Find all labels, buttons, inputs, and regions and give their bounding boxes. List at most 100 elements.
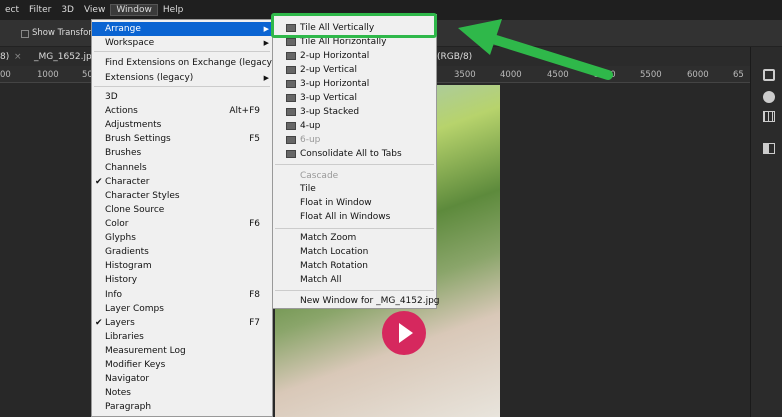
submenu-item-3-up-stacked[interactable]: 3-up Stacked	[273, 105, 436, 119]
menu-item-label: Workspace	[105, 38, 155, 48]
menu-separator	[275, 290, 434, 291]
submenu-item-label: Match All	[300, 275, 342, 285]
menu-item-navigator[interactable]: Navigator	[92, 372, 272, 386]
swatches-icon[interactable]	[763, 111, 775, 122]
menu-filter[interactable]: Filter	[24, 5, 56, 15]
submenu-item-float-in-window[interactable]: Float in Window	[273, 196, 436, 210]
menu-item-label: Brush Settings	[105, 134, 171, 144]
submenu-item-match-rotation[interactable]: Match Rotation	[273, 259, 436, 273]
menu-item-arrange[interactable]: Arrange ▶	[92, 22, 272, 36]
menu-item-color[interactable]: Color F6	[92, 217, 272, 231]
tab-1[interactable]: 8)	[0, 52, 9, 62]
menu-item-label: Arrange	[105, 24, 141, 34]
submenu-item-label: 2-up Horizontal	[300, 51, 370, 61]
menu-item-workspace[interactable]: Workspace ▶	[92, 36, 272, 50]
menu-item-channels[interactable]: Channels	[92, 161, 272, 175]
2up-horizontal-icon	[286, 52, 296, 60]
menu-item-label: Gradients	[105, 247, 149, 257]
submenu-item-float-all-in-windows[interactable]: Float All in Windows	[273, 210, 436, 224]
menu-item-character-styles[interactable]: Character Styles	[92, 189, 272, 203]
menu-item-label: History	[105, 275, 138, 285]
menu-item-modifier-keys[interactable]: Modifier Keys	[92, 358, 272, 372]
menu-view[interactable]: View	[79, 5, 110, 15]
submenu-item-cascade[interactable]: Cascade	[273, 169, 436, 183]
menu-item-measurement-log[interactable]: Measurement Log	[92, 344, 272, 358]
submenu-item-label: Match Location	[300, 247, 369, 257]
menu-item-actions[interactable]: Actions Alt+F9	[92, 104, 272, 118]
highlight-box	[271, 13, 437, 38]
menu-item-histogram[interactable]: Histogram	[92, 259, 272, 273]
properties-icon[interactable]	[763, 143, 775, 154]
shortcut-label: F6	[249, 219, 260, 229]
menu-item-layer-comps[interactable]: Layer Comps	[92, 302, 272, 316]
submenu-arrow-icon: ▶	[263, 74, 269, 82]
submenu-item-label: 4-up	[300, 121, 321, 131]
submenu-item-3-up-vertical[interactable]: 3-up Vertical	[273, 91, 436, 105]
menu-item-label: Navigator	[105, 374, 150, 384]
color-palette-icon[interactable]	[763, 91, 775, 103]
6up-icon	[286, 136, 296, 144]
menu-item-brushes[interactable]: Brushes	[92, 146, 272, 160]
menu-item-libraries[interactable]: Libraries	[92, 330, 272, 344]
menu-item-extensions-legacy[interactable]: Extensions (legacy) ▶	[92, 71, 272, 85]
submenu-item-6-up[interactable]: 6-up	[273, 133, 436, 147]
menu-item-label: Glyphs	[105, 233, 136, 243]
right-panel-dock	[750, 47, 782, 417]
play-button[interactable]	[382, 311, 426, 355]
submenu-item-label: Match Zoom	[300, 233, 357, 243]
menu-item-find-extensions-on-exchange-legacy[interactable]: Find Extensions on Exchange (legacy)...	[92, 56, 284, 70]
submenu-item-label: Match Rotation	[300, 261, 368, 271]
menu-item-adjustments[interactable]: Adjustments	[92, 118, 272, 132]
menu-item-label: Channels	[105, 163, 147, 173]
menu-item-label: Layers	[105, 318, 135, 328]
menu-item-history[interactable]: History	[92, 273, 272, 287]
menu-item-gradients[interactable]: Gradients	[92, 245, 272, 259]
menu-item-label: Actions	[105, 106, 138, 116]
menu-item-label: Modifier Keys	[105, 360, 166, 370]
menu-item-notes[interactable]: Notes	[92, 386, 272, 400]
submenu-item-label: Tile All Horizontally	[300, 37, 387, 47]
checkmark-icon: ✔	[95, 318, 103, 328]
menu-item-label: Find Extensions on Exchange (legacy)...	[105, 58, 285, 68]
menu-separator	[275, 164, 434, 165]
menu-item-label: Measurement Log	[105, 346, 186, 356]
menu-item-3d[interactable]: 3D	[92, 90, 272, 104]
submenu-item-2-up-horizontal[interactable]: 2-up Horizontal	[273, 49, 436, 63]
submenu-item-match-zoom[interactable]: Match Zoom	[273, 231, 436, 245]
submenu-item-new-window-for-mg-4152-jpg[interactable]: New Window for _MG_4152.jpg	[273, 294, 440, 308]
arrange-submenu: Tile All Vertically Tile All Horizontally…	[272, 14, 440, 309]
submenu-item-2-up-vertical[interactable]: 2-up Vertical	[273, 63, 436, 77]
menu-item-info[interactable]: Info F8	[92, 288, 272, 302]
menu-help[interactable]: Help	[158, 5, 189, 15]
menu-item-character[interactable]: Character ✔	[92, 175, 272, 189]
window-menu: Arrange ▶ Workspace ▶ Find Extensions on Exc…	[91, 19, 284, 417]
menu-window[interactable]: Window	[110, 4, 158, 16]
ruler-label: 5500	[640, 70, 662, 80]
menu-3d[interactable]: 3D	[56, 5, 79, 15]
submenu-item-match-all[interactable]: Match All	[273, 273, 436, 287]
menu-item-layers[interactable]: Layers ✔ F7	[92, 316, 272, 330]
submenu-item-match-location[interactable]: Match Location	[273, 245, 436, 259]
menu-separator	[94, 51, 270, 52]
menu-item-clone-source[interactable]: Clone Source	[92, 203, 272, 217]
menu-item-label: Histogram	[105, 261, 152, 271]
menu-item-brush-settings[interactable]: Brush Settings F5	[92, 132, 272, 146]
submenu-item-label: 6-up	[300, 135, 321, 145]
tab-close-icon[interactable]: ×	[14, 52, 22, 62]
submenu-item-label: Float All in Windows	[300, 212, 391, 222]
3up-vertical-icon	[286, 94, 296, 102]
menu-item-glyphs[interactable]: Glyphs	[92, 231, 272, 245]
menu-select[interactable]: ect	[0, 5, 24, 15]
menu-item-label: Color	[105, 219, 129, 229]
submenu-item-consolidate-all-to-tabs[interactable]: Consolidate All to Tabs	[273, 147, 436, 161]
tab-2[interactable]: _MG_1652.jpg	[34, 52, 97, 62]
show-transform-checkbox[interactable]	[21, 30, 29, 38]
submenu-item-3-up-horizontal[interactable]: 3-up Horizontal	[273, 77, 436, 91]
menu-item-paragraph[interactable]: Paragraph	[92, 400, 272, 414]
history-icon[interactable]	[763, 69, 775, 81]
submenu-item-4-up[interactable]: 4-up	[273, 119, 436, 133]
submenu-item-tile[interactable]: Tile	[273, 182, 436, 196]
submenu-item-label: Cascade	[300, 171, 339, 181]
submenu-item-label: 2-up Vertical	[300, 65, 357, 75]
menu-item-label: Paragraph	[105, 402, 152, 412]
